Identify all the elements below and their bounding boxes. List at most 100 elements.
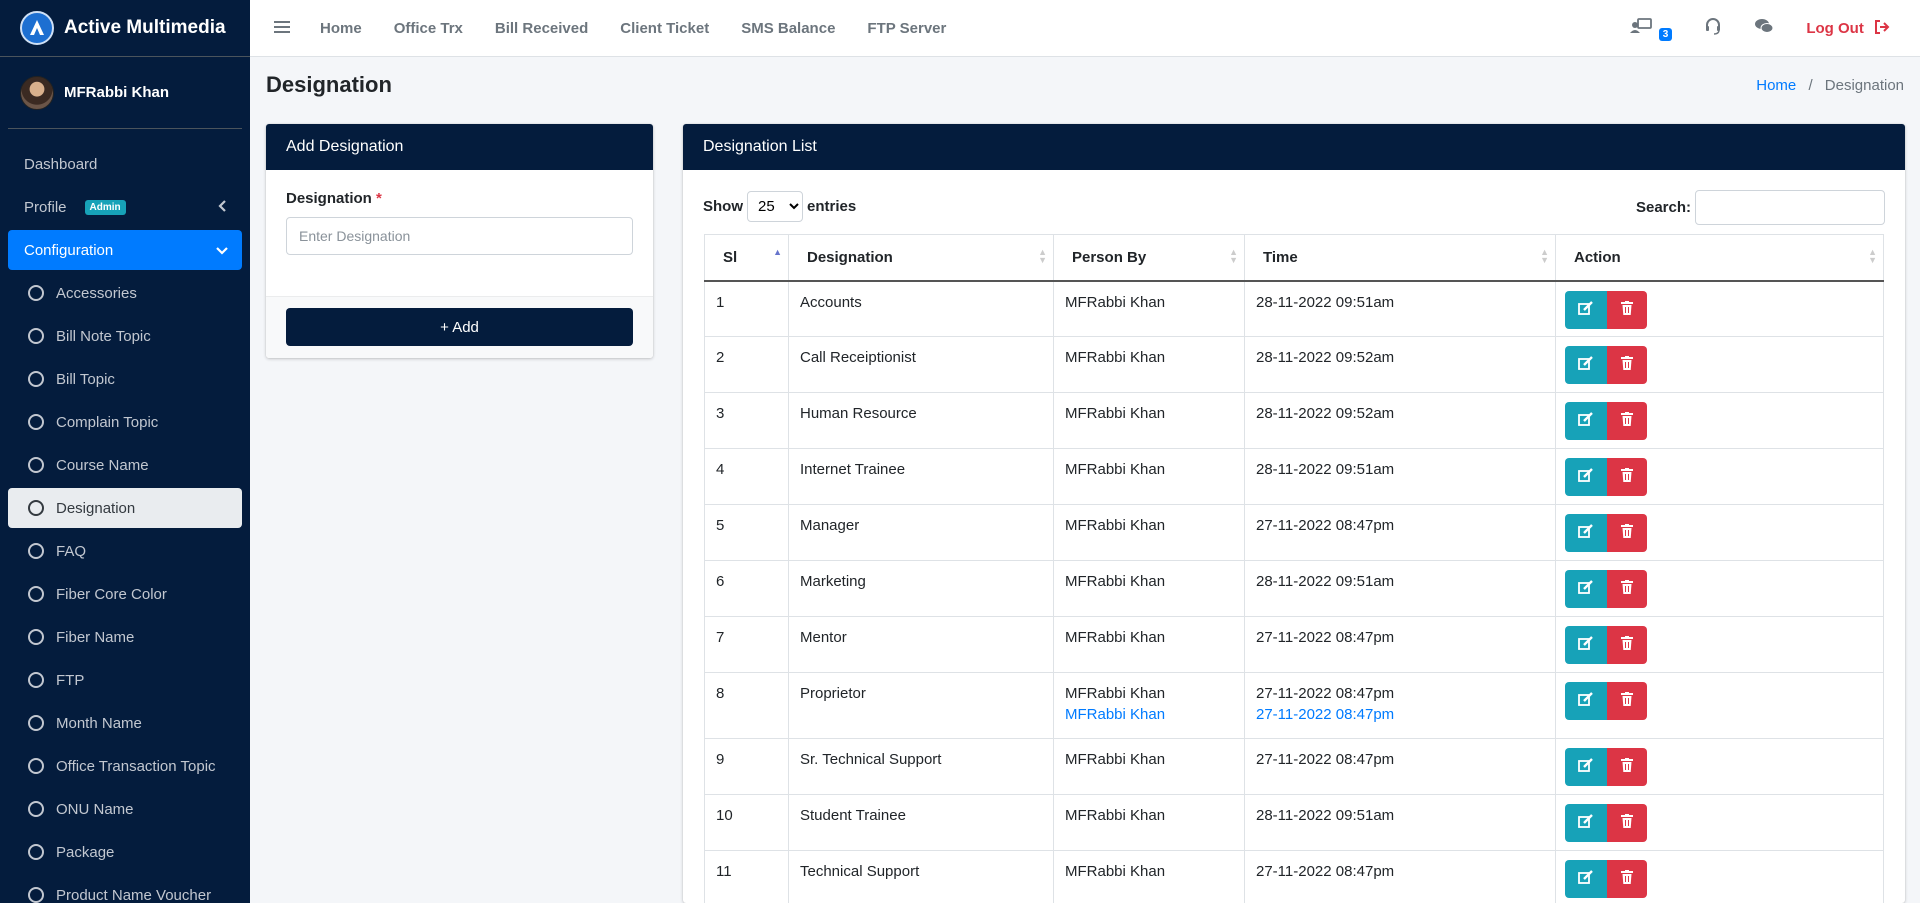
circle-icon [28, 543, 44, 559]
cell-person-by: MFRabbi Khan [1053, 738, 1245, 795]
sidebar-item-label: Bill Note Topic [56, 327, 151, 345]
designation-list-card: Designation List Show 25 entries Search:… [683, 124, 1905, 903]
notification-button[interactable]: 3 [1629, 18, 1673, 41]
trash-icon [1621, 412, 1633, 430]
column-header-designation[interactable]: Designation ▲ ▼ [788, 234, 1054, 282]
column-header-action[interactable]: Action ▲ ▼ [1555, 234, 1884, 282]
edit-icon [1578, 758, 1594, 776]
column-header-time[interactable]: Time ▲ ▼ [1244, 234, 1556, 282]
edit-button[interactable] [1565, 804, 1607, 842]
edit-button[interactable] [1565, 570, 1607, 608]
add-button[interactable]: + Add [286, 308, 633, 346]
add-card-body: Designation * [266, 170, 653, 296]
table-row: 11 Technical Support MFRabbi Khan 27-11-202… [704, 850, 1884, 903]
notification-count: 3 [1658, 28, 1673, 41]
add-card-title: Add Designation [266, 124, 653, 170]
sidebar-item-fiber-name[interactable]: Fiber Name [8, 617, 242, 657]
column-header-sl[interactable]: Sl ▲ [704, 234, 789, 282]
delete-button[interactable] [1607, 290, 1647, 329]
cell-person-by: MFRabbi Khan [1053, 616, 1245, 673]
search-input[interactable] [1695, 190, 1885, 225]
delete-button[interactable] [1607, 402, 1647, 440]
chat-icon[interactable] [1754, 18, 1774, 39]
nav-client-ticket[interactable]: Client Ticket [620, 20, 709, 37]
edit-icon [1578, 524, 1594, 542]
sidebar-item-course-name[interactable]: Course Name [8, 445, 242, 485]
headset-icon[interactable] [1704, 17, 1722, 40]
edit-icon [1578, 412, 1594, 430]
breadcrumb-home-link[interactable]: Home [1756, 77, 1796, 94]
entries-select[interactable]: 25 [747, 191, 803, 222]
designation-input[interactable] [286, 217, 633, 255]
sidebar-item-fiber-core-color[interactable]: Fiber Core Color [8, 574, 242, 614]
logout-label: Log Out [1806, 20, 1864, 37]
sidebar-item-month-name[interactable]: Month Name [8, 703, 242, 743]
sidebar-item-faq[interactable]: FAQ [8, 531, 242, 571]
cell-time: 28-11-2022 09:52am [1244, 336, 1556, 393]
nav-home[interactable]: Home [320, 20, 362, 37]
edit-button[interactable] [1565, 290, 1607, 329]
cell-sl: 7 [704, 616, 789, 673]
user-panel[interactable]: MFRabbi Khan [8, 57, 242, 129]
table-search: Search: [1636, 190, 1885, 225]
nav-ftp-server[interactable]: FTP Server [867, 20, 946, 37]
sidebar-item-profile[interactable]: Profile Admin [8, 187, 242, 227]
action-buttons [1565, 458, 1883, 496]
time-value-secondary[interactable]: 27-11-2022 08:47pm [1256, 706, 1555, 723]
delete-button[interactable] [1607, 458, 1647, 496]
delete-button[interactable] [1607, 682, 1647, 720]
edit-button[interactable] [1565, 402, 1607, 440]
sidebar-item-bill-topic[interactable]: Bill Topic [8, 359, 242, 399]
time-value: 28-11-2022 09:52am [1256, 349, 1395, 366]
action-buttons [1565, 570, 1883, 608]
person-name-secondary[interactable]: MFRabbi Khan [1065, 706, 1244, 723]
sidebar-item-office-transaction-topic[interactable]: Office Transaction Topic [8, 746, 242, 786]
delete-button[interactable] [1607, 860, 1647, 898]
edit-button[interactable] [1565, 346, 1607, 384]
brand[interactable]: Active Multimedia [0, 0, 250, 57]
sidebar-item-product-name-voucher[interactable]: Product Name Voucher [8, 875, 242, 903]
circle-icon [28, 457, 44, 473]
cell-sl: 5 [704, 504, 789, 561]
edit-button[interactable] [1565, 458, 1607, 496]
cell-person-by: MFRabbi Khan [1053, 504, 1245, 561]
cell-action [1555, 616, 1884, 673]
edit-button[interactable] [1565, 514, 1607, 552]
delete-button[interactable] [1607, 804, 1647, 842]
time-value: 28-11-2022 09:51am [1256, 807, 1395, 824]
cell-sl: 2 [704, 336, 789, 393]
delete-button[interactable] [1607, 570, 1647, 608]
sidebar-item-package[interactable]: Package [8, 832, 242, 872]
time-value: 27-11-2022 08:47pm [1256, 685, 1395, 702]
sidebar-item-configuration[interactable]: Configuration [8, 230, 242, 270]
sort-icon: ▲ ▼ [1038, 247, 1047, 265]
cell-time: 27-11-2022 08:47pm 27-11-2022 08:47pm [1244, 672, 1556, 739]
nav-bill-received[interactable]: Bill Received [495, 20, 588, 37]
edit-button[interactable] [1565, 626, 1607, 664]
sort-icon: ▲ ▼ [1540, 247, 1549, 265]
sidebar-item-onu-name[interactable]: ONU Name [8, 789, 242, 829]
edit-button[interactable] [1565, 682, 1607, 720]
designation-field-label: Designation * [286, 190, 382, 207]
nav-office-trx[interactable]: Office Trx [394, 20, 463, 37]
nav-sms-balance[interactable]: SMS Balance [741, 20, 835, 37]
sidebar-item-bill-note-topic[interactable]: Bill Note Topic [8, 316, 242, 356]
sidebar-item-designation[interactable]: Designation [8, 488, 242, 528]
sidebar-item-complain-topic[interactable]: Complain Topic [8, 402, 242, 442]
sidebar-item-accessories[interactable]: Accessories [8, 273, 242, 313]
delete-button[interactable] [1607, 626, 1647, 664]
delete-button[interactable] [1607, 514, 1647, 552]
sidebar-item-dashboard[interactable]: Dashboard [8, 144, 242, 184]
delete-button[interactable] [1607, 346, 1647, 384]
edit-icon [1578, 580, 1594, 598]
column-header-label: Sl [723, 248, 738, 266]
hamburger-icon[interactable] [274, 18, 290, 39]
edit-button[interactable] [1565, 860, 1607, 898]
delete-button[interactable] [1607, 748, 1647, 786]
logout-button[interactable]: Log Out [1806, 20, 1890, 37]
column-header-label: Person By [1072, 248, 1147, 266]
sidebar-item-ftp[interactable]: FTP [8, 660, 242, 700]
edit-button[interactable] [1565, 748, 1607, 786]
sidebar-item-label: Bill Topic [56, 370, 115, 388]
column-header-person-by[interactable]: Person By ▲ ▼ [1053, 234, 1245, 282]
